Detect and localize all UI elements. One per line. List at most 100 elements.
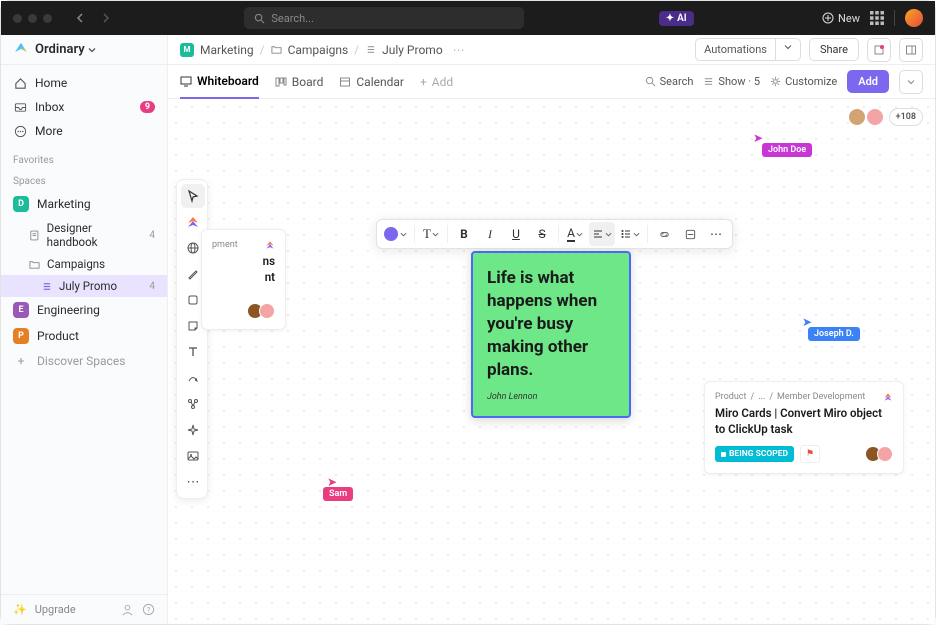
folder-icon — [29, 259, 40, 270]
tool-connector[interactable] — [181, 366, 205, 390]
task-status-badge[interactable]: BEING SCOPED — [715, 446, 794, 462]
clickup-icon — [883, 392, 893, 402]
space-engineering-icon: E — [13, 302, 29, 318]
breadcrumb-space[interactable]: Marketing — [200, 43, 254, 57]
workspace-switcher[interactable]: Ordinary — [1, 35, 167, 65]
avatar — [877, 446, 893, 462]
nav-more[interactable]: More — [1, 119, 167, 143]
space-product[interactable]: P Product — [1, 323, 167, 349]
cursor-label-joseph: Joseph D. — [808, 327, 860, 341]
add-dropdown-button[interactable] — [899, 70, 923, 94]
sidebar-doc-designer-handbook[interactable]: Designer handbook 4 — [1, 217, 167, 253]
avatar — [259, 303, 275, 319]
underline-button[interactable]: U — [504, 222, 528, 246]
sidebar-toggle-button[interactable] — [899, 38, 923, 62]
tool-select[interactable] — [181, 184, 205, 208]
avatar-overflow-count[interactable]: +108 — [889, 108, 923, 126]
sticky-note-text[interactable]: Life is what happens when you're busy ma… — [487, 267, 615, 382]
bold-button[interactable]: B — [452, 222, 476, 246]
favorites-header[interactable]: Favorites — [1, 149, 167, 170]
window-max-dot[interactable] — [43, 14, 52, 23]
avatar — [847, 107, 867, 127]
inbox-icon — [13, 100, 27, 114]
window-close-dot[interactable] — [13, 14, 22, 23]
whiteboard-icon — [180, 75, 192, 87]
new-button[interactable]: New — [822, 12, 860, 25]
space-marketing-label: Marketing — [37, 197, 91, 211]
tool-more[interactable]: ⋯ — [181, 470, 205, 494]
list-icon — [365, 44, 376, 55]
automations-button[interactable]: Automations — [695, 38, 801, 61]
task-card-title[interactable]: Miro Cards | Convert Miro object to Clic… — [715, 406, 893, 437]
tool-image[interactable] — [181, 444, 205, 468]
tab-board[interactable]: Board — [275, 65, 324, 99]
apps-grid-icon[interactable] — [870, 11, 884, 25]
nav-forward-button[interactable] — [94, 7, 116, 29]
format-more-button[interactable]: ⋯ — [704, 222, 728, 246]
folder-icon — [271, 44, 282, 55]
tab-calendar[interactable]: Calendar — [339, 65, 404, 99]
chevron-down-icon[interactable] — [776, 38, 801, 61]
space-engineering[interactable]: E Engineering — [1, 297, 167, 323]
whiteboard-toolbar: ⋯ — [176, 179, 208, 499]
task-priority-flag[interactable]: ⚑ — [800, 445, 820, 463]
sidebar-list-july-promo[interactable]: July Promo 4 — [1, 275, 167, 297]
collaborator-stack[interactable]: +108 — [853, 107, 923, 127]
help-icon[interactable]: ? — [142, 603, 155, 616]
italic-button[interactable]: I — [478, 222, 502, 246]
spaces-header[interactable]: Spaces — [1, 170, 167, 191]
user-icon[interactable] — [121, 603, 134, 616]
add-view-button[interactable]: + Add — [420, 65, 453, 99]
notification-button[interactable] — [867, 38, 891, 62]
strikethrough-button[interactable]: S — [530, 222, 554, 246]
text-style-button[interactable]: T — [419, 222, 443, 246]
breadcrumb-folder[interactable]: Campaigns — [288, 43, 349, 57]
user-avatar[interactable] — [905, 9, 923, 27]
tool-ai[interactable] — [181, 418, 205, 442]
window-min-dot[interactable] — [28, 14, 37, 23]
tool-relationship[interactable] — [181, 392, 205, 416]
sparkle-icon: ✦ — [666, 13, 674, 24]
fill-color-button[interactable] — [381, 222, 410, 246]
tab-whiteboard[interactable]: Whiteboard — [180, 65, 259, 99]
customize-button[interactable]: Customize — [770, 75, 837, 88]
plus-circle-icon — [822, 12, 834, 24]
upgrade-button[interactable]: Upgrade — [35, 603, 76, 616]
plus-icon: + — [13, 354, 29, 368]
calendar-icon — [339, 76, 351, 88]
add-button[interactable]: Add — [847, 70, 889, 93]
sidebar-folder-campaigns[interactable]: Campaigns — [1, 253, 167, 275]
global-search-input[interactable]: Search... — [244, 7, 524, 29]
view-search-button[interactable]: Search — [645, 75, 694, 88]
nav-back-button[interactable] — [70, 7, 92, 29]
task-card[interactable]: Product/ .../ Member Development Miro Ca… — [704, 381, 904, 474]
align-button[interactable] — [589, 222, 615, 246]
task-crumb-list[interactable]: Member Development — [777, 392, 865, 402]
list-button[interactable] — [617, 222, 643, 246]
search-placeholder: Search... — [271, 12, 314, 25]
task-card-partial[interactable]: pment nsnt — [201, 229, 286, 330]
tool-text[interactable] — [181, 340, 205, 364]
text-color-button[interactable]: A — [563, 222, 587, 246]
task-crumb-space[interactable]: Product — [715, 392, 746, 402]
window-controls — [13, 14, 52, 23]
breadcrumb-space-icon: M — [180, 43, 194, 57]
cursor-label-john: John Doe — [762, 143, 812, 157]
more-icon[interactable]: ⋯ — [453, 43, 465, 57]
breadcrumb-list[interactable]: July Promo — [382, 43, 443, 57]
sliders-icon — [703, 76, 714, 87]
discover-spaces[interactable]: + Discover Spaces — [1, 349, 167, 373]
space-marketing[interactable]: D Marketing — [1, 191, 167, 217]
ai-button[interactable]: ✦ AI — [659, 11, 694, 26]
sticky-note[interactable]: Life is what happens when you're busy ma… — [471, 251, 631, 418]
whiteboard-canvas[interactable]: +108 ⋯ pment — [168, 99, 935, 624]
link-button[interactable] — [652, 222, 676, 246]
nav-inbox[interactable]: Inbox 9 — [1, 95, 167, 119]
space-marketing-icon: D — [13, 196, 29, 212]
share-button[interactable]: Share — [809, 38, 859, 61]
convert-task-button[interactable] — [678, 222, 702, 246]
show-button[interactable]: Show · 5 — [703, 75, 760, 88]
nav-home[interactable]: Home — [1, 71, 167, 95]
plus-icon: + — [420, 75, 427, 89]
home-icon — [13, 76, 27, 90]
